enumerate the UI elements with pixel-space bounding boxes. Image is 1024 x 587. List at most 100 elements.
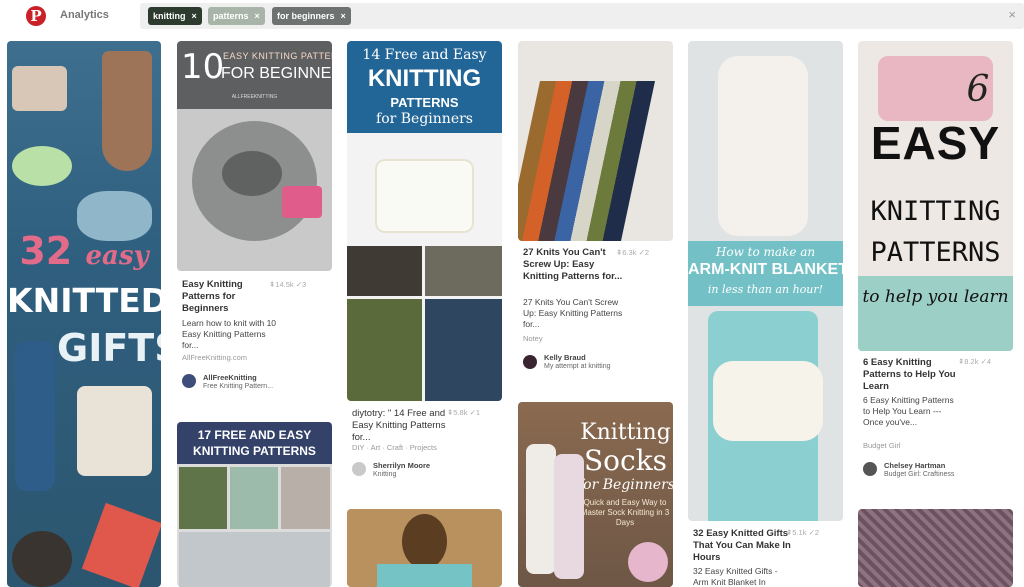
avatar[interactable] (523, 355, 537, 369)
avatar[interactable] (182, 374, 196, 388)
image-decor (179, 467, 227, 529)
clear-search-icon[interactable]: × (1008, 7, 1016, 22)
image-text: 14 Free and Easy (362, 47, 487, 63)
chip-close-icon[interactable]: × (192, 7, 197, 25)
pin-stats: ⇞14.5k ✓3 (269, 280, 307, 289)
pin-stats: ⇞5.1k ✓2 (786, 528, 820, 537)
image-text: PATTERNS (870, 237, 1001, 268)
image-decor (282, 186, 322, 218)
pin-description: 27 Knits You Can't Screw Up: Easy Knitti… (523, 297, 623, 329)
pinner-name[interactable]: Sherrilyn Moore (373, 461, 430, 470)
image-decor (554, 454, 584, 579)
image-text: KNITTING PATTERNS (193, 444, 316, 458)
top-bar: P Analytics knitting × patterns × for begi… (0, 0, 1024, 32)
pin-image[interactable]: Knitting Socks for Beginners Quick and E… (518, 402, 673, 587)
chip-patterns[interactable]: patterns × (208, 7, 265, 25)
pin-stats: ⇞5.8k ✓1 (447, 408, 481, 417)
pin-stats: ⇞8.2k ✓4 (958, 357, 992, 366)
pin-image[interactable]: How to make an ARM-KNIT BLANKET in less … (688, 41, 843, 521)
app-title: Analytics (60, 9, 109, 21)
search-bar[interactable]: knitting × patterns × for beginners × × (140, 3, 1024, 29)
pin-source[interactable]: DIY · Art · Craft · Projects (352, 443, 437, 452)
pin-image[interactable]: 6 EASY KNITTING PATTERNS to help you lea… (858, 41, 1013, 351)
pin-card[interactable] (858, 509, 1013, 587)
image-decor (377, 161, 472, 231)
image-text: GIFTS (57, 326, 161, 370)
pin-image[interactable]: 10 EASY KNITTING PATTERNS FOR BEGINNERS … (177, 41, 332, 271)
image-decor (179, 532, 330, 587)
pin-card[interactable]: 10 EASY KNITTING PATTERNS FOR BEGINNERS … (177, 41, 332, 391)
pin-image[interactable]: 32 easy KNITTED GIFTS (7, 41, 161, 587)
chip-for-beginners[interactable]: for beginners × (272, 7, 351, 25)
image-text: FOR BEGINNERS (221, 65, 332, 82)
image-text: ALLFREEKNITTING (231, 94, 278, 100)
image-text: 32 easy (19, 229, 149, 273)
image-text: for Beginners (376, 111, 473, 127)
pin-stats: ⇞6.3k ✓2 (616, 248, 650, 257)
pin-description: 32 Easy Knitted Gifts - Arm Knit Blanket… (693, 566, 778, 587)
pin-card[interactable]: Knitting Socks for Beginners Quick and E… (518, 402, 673, 587)
pin-image[interactable] (518, 41, 673, 241)
image-text: to help you learn (862, 287, 1009, 307)
pin-card[interactable]: 6 EASY KNITTING PATTERNS to help you lea… (858, 41, 1013, 486)
pin-card[interactable]: 17 FREE AND EASY KNITTING PATTERNS (177, 422, 332, 587)
pin-source[interactable]: Notey (523, 334, 543, 343)
image-text: in less than an hour! (707, 283, 824, 296)
avatar[interactable] (352, 462, 366, 476)
image-decor (718, 56, 808, 236)
board-name[interactable]: Free Knitting Pattern... (203, 383, 273, 390)
pin-title[interactable]: Easy Knitting Patterns for Beginners (182, 279, 282, 315)
board-name[interactable]: Knitting (373, 471, 396, 478)
image-decor (281, 467, 330, 529)
image-decor (526, 444, 556, 574)
image-decor (230, 467, 278, 529)
pin-image[interactable]: 17 FREE AND EASY KNITTING PATTERNS (177, 422, 332, 587)
chip-close-icon[interactable]: × (255, 7, 260, 25)
image-decor (425, 299, 502, 401)
image-text: KNITTING (870, 196, 1001, 227)
image-text: Socks (583, 444, 668, 477)
pinterest-logo[interactable]: P (26, 6, 46, 26)
pin-source[interactable]: AllFreeKnitting.com (182, 353, 247, 362)
image-decor (102, 51, 152, 171)
pinner-name[interactable]: Kelly Braud (544, 353, 586, 362)
avatar[interactable] (863, 462, 877, 476)
image-decor (77, 386, 152, 476)
pin-image[interactable] (858, 509, 1013, 587)
board-name[interactable]: Budget Girl: Craftiness (884, 471, 954, 478)
image-text: KNITTED (7, 281, 161, 320)
image-decor (425, 246, 502, 296)
image-decor (518, 81, 656, 241)
pinner-name[interactable]: Chelsey Hartman (884, 461, 945, 470)
image-text: KNITTING (367, 65, 482, 92)
image-text: How to make an (715, 245, 816, 259)
board-name[interactable]: My attempt at knitting (544, 363, 611, 370)
image-decor (347, 299, 422, 401)
chip-knitting[interactable]: knitting × (148, 7, 202, 25)
pin-image[interactable]: 14 Free and Easy KNITTING PATTERNS for B… (347, 41, 502, 401)
image-decor (402, 514, 447, 569)
chip-close-icon[interactable]: × (341, 7, 346, 25)
image-text: Knitting (580, 420, 671, 445)
pin-title[interactable]: 6 Easy Knitting Patterns to Help You Lea… (863, 357, 963, 393)
pin-image[interactable] (347, 509, 502, 587)
pin-card[interactable]: 14 Free and Easy KNITTING PATTERNS for B… (347, 41, 502, 481)
pin-card[interactable]: 27 Knits You Can't Screw Up: Easy Knitti… (518, 41, 673, 381)
image-decor (347, 246, 422, 296)
image-decor (12, 146, 72, 186)
pin-title[interactable]: 27 Knits You Can't Screw Up: Easy Knitti… (523, 247, 623, 283)
pinner-name[interactable]: AllFreeKnitting (203, 373, 257, 382)
pin-description: 6 Easy Knitting Patterns to Help You Lea… (863, 395, 954, 427)
pin-title[interactable]: 32 Easy Knitted Gifts That You Can Make … (693, 528, 793, 564)
image-decor (15, 341, 55, 491)
image-decor (81, 502, 161, 587)
image-text: 10 (181, 47, 225, 87)
pin-card[interactable]: How to make an ARM-KNIT BLANKET in less … (688, 41, 843, 587)
pin-card[interactable]: 32 easy KNITTED GIFTS (7, 41, 161, 587)
image-text: Quick and Easy Way to Master Sock Knitti… (580, 498, 670, 527)
pin-card[interactable] (347, 509, 502, 587)
pin-title[interactable]: diytotry: " 14 Free and Easy Knitting Pa… (352, 408, 452, 444)
image-decor (377, 564, 472, 587)
image-decor (222, 151, 282, 196)
pin-source[interactable]: Budget Girl (863, 441, 901, 450)
